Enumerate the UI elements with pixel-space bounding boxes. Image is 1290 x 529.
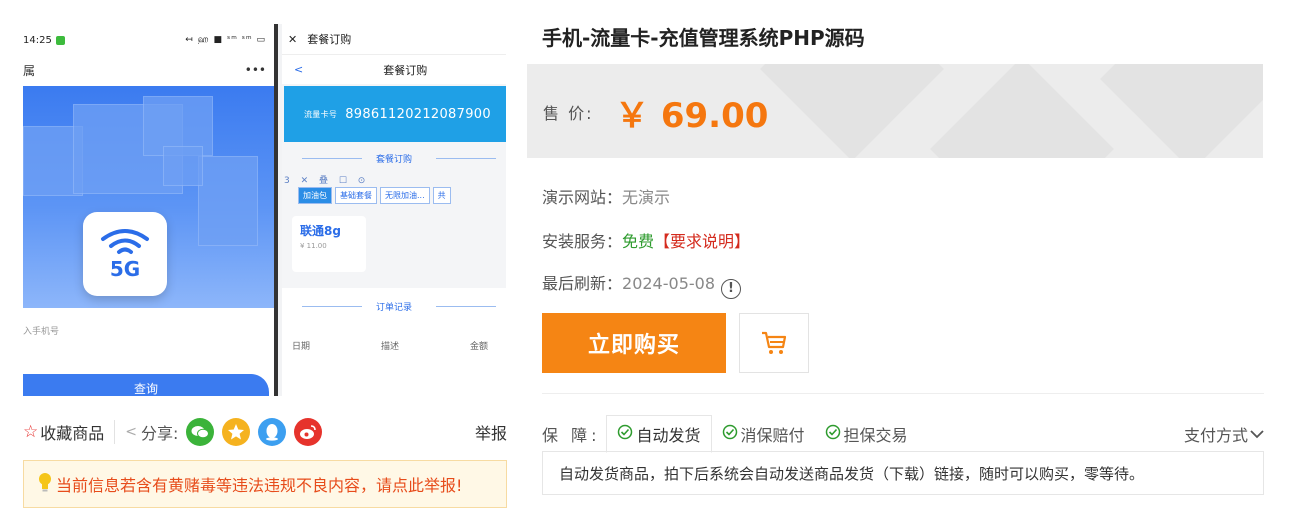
query-button: 查询	[23, 374, 269, 396]
check-circle-icon	[617, 424, 633, 444]
order-records: 订单记录 日期 描述 金额	[282, 288, 506, 396]
wechat-share-button[interactable]	[186, 418, 215, 446]
package-name: 联通8g	[300, 224, 341, 238]
price-label: 售 价:	[543, 104, 594, 123]
package-tab: 加油包	[298, 187, 332, 204]
install-requirements-link[interactable]: 【要求说明】	[654, 232, 750, 251]
package-tab: 无限加油...	[380, 187, 430, 204]
favorite-button[interactable]: ☆ 收藏商品	[23, 420, 104, 444]
notice-text: 当前信息若含有黄赌毒等违法违规不良内容，请点此举报!	[56, 476, 463, 495]
guarantee-tab-label: 担保交易	[843, 426, 908, 445]
qzone-share-button[interactable]	[222, 418, 251, 446]
share-label: 分享:	[141, 424, 179, 443]
card-number-banner: 流量卡号 89861120212087900	[284, 86, 506, 142]
card-number-label: 流量卡号	[304, 109, 338, 119]
qq-share-button[interactable]	[258, 418, 287, 446]
exclamation-circle-icon[interactable]: !	[721, 278, 741, 299]
section-title-order: 套餐订购	[282, 152, 506, 165]
wechat-icon	[191, 426, 210, 439]
5g-label: 5G	[109, 257, 141, 281]
5g-app-icon: 5G	[83, 212, 167, 296]
guarantee-tab-label: 自动发货	[636, 426, 701, 445]
records-col: 描述	[380, 342, 399, 352]
package-tabs: 加油包 基础套餐 无限加油... 共	[282, 187, 506, 204]
report-link[interactable]: 举报	[475, 420, 507, 444]
demo-site-label: 演示网站：	[542, 188, 623, 207]
package-tab: 共	[432, 187, 451, 204]
mockup-page-title: 套餐订购	[383, 63, 428, 77]
records-col: 日期	[292, 342, 311, 352]
report-notice[interactable]: 当前信息若含有黄赌毒等违法违规不良内容，请点此举报!	[23, 460, 507, 508]
mockup-sub-bar: < 套餐订购	[282, 54, 506, 84]
last-refresh-row: 最后刷新：2024-05-08!	[542, 270, 741, 299]
battery-icon	[55, 35, 65, 45]
payment-methods-dropdown[interactable]: 支付方式	[1184, 422, 1264, 446]
close-icon: ✕	[288, 32, 298, 46]
package-card: 联通8g ¥ 11.00	[292, 216, 366, 272]
qq-icon	[266, 424, 279, 441]
guarantee-label: 保 障:	[542, 426, 601, 445]
signal-icons: ↤ ஹ ■ ˢᵐ ˢᵐ ▭	[185, 34, 266, 45]
more-icon: •••	[244, 63, 266, 77]
buy-now-button[interactable]: 立即购买	[542, 313, 726, 373]
guarantee-tab-consumer-protection[interactable]: 消保赔付	[712, 416, 815, 452]
records-col: 金额	[469, 342, 488, 352]
package-tab: 基础套餐	[335, 187, 377, 204]
star-outline-icon: ☆	[23, 422, 39, 442]
chevron-down-icon	[1250, 430, 1264, 439]
lightbulb-icon	[38, 472, 52, 496]
check-circle-icon	[722, 424, 738, 444]
card-number: 89861120212087900	[345, 106, 491, 122]
qzone-icon	[228, 424, 245, 440]
guarantee-row: 保 障: 自动发货 消保赔付 担保交易 支付方式	[542, 415, 1264, 453]
back-icon: <	[294, 63, 304, 76]
cart-icon	[762, 331, 787, 354]
status-time: 14:25	[23, 34, 52, 46]
guarantee-tab-escrow[interactable]: 担保交易	[815, 416, 918, 452]
check-circle-icon	[825, 424, 841, 444]
left-phone-mockup: 14:25 ↤ ஹ ■ ˢᵐ ˢᵐ ▭ 属 ••• 5G 入手机号 查询	[23, 24, 274, 396]
last-refresh-label: 最后刷新：	[542, 274, 623, 293]
price-box: 售 价: ￥ 69.00	[527, 64, 1263, 158]
payment-methods-label: 支付方式	[1183, 426, 1248, 445]
last-refresh-value: 2024-05-08	[622, 274, 715, 293]
hero-banner: 5G	[23, 86, 274, 308]
share-group: < 分享:	[125, 420, 178, 444]
guarantee-tab-auto-delivery[interactable]: 自动发货	[606, 415, 712, 453]
wifi-icon	[101, 229, 149, 254]
package-price: ¥ 11.00	[300, 242, 327, 250]
install-free: 免费	[622, 232, 655, 251]
install-service-row: 安装服务：免费【要求说明】	[542, 228, 750, 252]
product-actions: ☆ 收藏商品 < 分享: 举报	[23, 418, 507, 446]
install-service-label: 安装服务：	[542, 232, 623, 251]
guarantee-description: 自动发货商品，拍下后系统会自动发送商品发货（下载）链接，随时可以购买，零等待。	[542, 451, 1264, 495]
mockup-toolbar: 3 ✕ 叠 ☐ ⊙	[284, 176, 370, 186]
phone-status-bar: 14:25 ↤ ஹ ■ ˢᵐ ˢᵐ ▭	[23, 24, 274, 56]
records-header: 日期 描述 金额	[282, 339, 506, 352]
phone-input: 入手机号	[23, 327, 60, 337]
weibo-icon	[300, 425, 317, 439]
add-to-cart-button[interactable]	[739, 313, 809, 373]
demo-site-row: 演示网站：无演示	[542, 184, 670, 208]
guarantee-tab-label: 消保赔付	[740, 426, 805, 445]
price-value: ￥ 69.00	[615, 96, 769, 136]
product-title: 手机-流量卡-充值管理系统PHP源码	[542, 26, 865, 50]
divider	[542, 393, 1264, 394]
divider	[114, 420, 116, 444]
phone-nav-bar: 属 •••	[23, 56, 274, 84]
mockup-top-title: 套餐订购	[307, 33, 352, 46]
section-title-records: 订单记录	[282, 300, 506, 313]
product-screenshot[interactable]: 14:25 ↤ ஹ ■ ˢᵐ ˢᵐ ▭ 属 ••• 5G 入手机号 查询 ✕ 套…	[23, 24, 506, 396]
demo-site-value: 无演示	[622, 188, 671, 207]
weibo-share-button[interactable]	[294, 418, 323, 446]
favorite-label: 收藏商品	[40, 424, 105, 443]
right-phone-mockup: ✕ 套餐订购 < 套餐订购 流量卡号 89861120212087900 套餐订…	[282, 24, 506, 396]
mockup-top-bar: ✕ 套餐订购	[282, 24, 506, 54]
share-icon: <	[125, 424, 137, 440]
phone-nav-title: 属	[23, 63, 36, 78]
mockup-divider	[274, 24, 278, 396]
product-page: 14:25 ↤ ஹ ■ ˢᵐ ˢᵐ ▭ 属 ••• 5G 入手机号 查询 ✕ 套…	[0, 0, 1290, 529]
